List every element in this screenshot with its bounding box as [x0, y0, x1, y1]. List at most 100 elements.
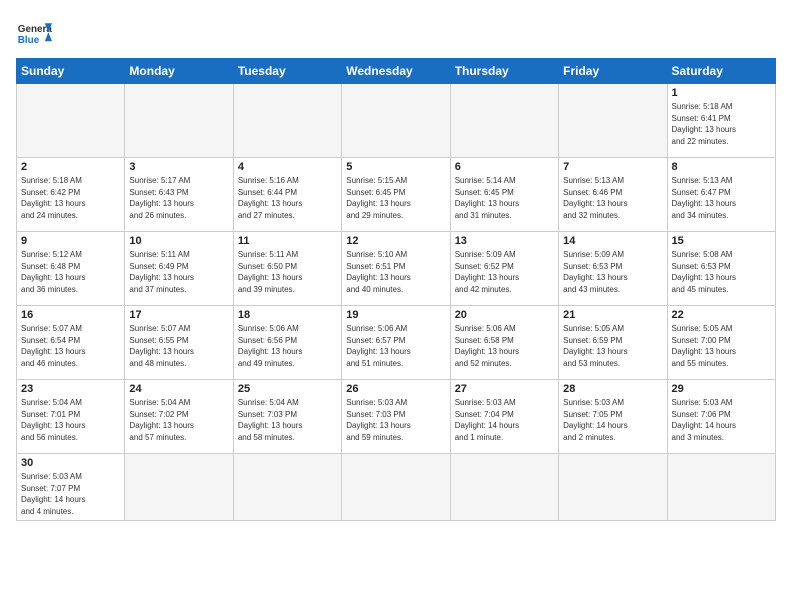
- week-row-1: 1 Sunrise: 5:18 AM Sunset: 6:41 PM Daylig…: [17, 84, 776, 158]
- calendar-cell: 19 Sunrise: 5:06 AM Sunset: 6:57 PM Dayli…: [342, 306, 450, 380]
- weekday-header-saturday: Saturday: [667, 59, 775, 84]
- day-info: Sunrise: 5:09 AM Sunset: 6:53 PM Dayligh…: [563, 249, 662, 295]
- day-number: 24: [129, 383, 228, 395]
- day-info: Sunrise: 5:04 AM Sunset: 7:03 PM Dayligh…: [238, 397, 337, 443]
- day-info: Sunrise: 5:15 AM Sunset: 6:45 PM Dayligh…: [346, 175, 445, 221]
- week-row-4: 16 Sunrise: 5:07 AM Sunset: 6:54 PM Dayli…: [17, 306, 776, 380]
- calendar-table: SundayMondayTuesdayWednesdayThursdayFrid…: [16, 58, 776, 521]
- week-row-5: 23 Sunrise: 5:04 AM Sunset: 7:01 PM Dayli…: [17, 380, 776, 454]
- calendar-cell: [233, 454, 341, 521]
- day-info: Sunrise: 5:16 AM Sunset: 6:44 PM Dayligh…: [238, 175, 337, 221]
- day-number: 7: [563, 161, 662, 173]
- logo: General Blue: [16, 16, 52, 52]
- calendar-cell: 5 Sunrise: 5:15 AM Sunset: 6:45 PM Daylig…: [342, 158, 450, 232]
- generalblue-logo-icon: General Blue: [16, 16, 52, 52]
- calendar-cell: [233, 84, 341, 158]
- day-info: Sunrise: 5:05 AM Sunset: 6:59 PM Dayligh…: [563, 323, 662, 369]
- calendar-cell: [342, 454, 450, 521]
- day-info: Sunrise: 5:14 AM Sunset: 6:45 PM Dayligh…: [455, 175, 554, 221]
- calendar-cell: 8 Sunrise: 5:13 AM Sunset: 6:47 PM Daylig…: [667, 158, 775, 232]
- calendar-cell: 11 Sunrise: 5:11 AM Sunset: 6:50 PM Dayli…: [233, 232, 341, 306]
- calendar-cell: 14 Sunrise: 5:09 AM Sunset: 6:53 PM Dayli…: [559, 232, 667, 306]
- day-number: 27: [455, 383, 554, 395]
- day-number: 25: [238, 383, 337, 395]
- day-number: 14: [563, 235, 662, 247]
- calendar-cell: [342, 84, 450, 158]
- page: General Blue SundayMondayTuesdayWednesda…: [0, 0, 792, 612]
- calendar-cell: 17 Sunrise: 5:07 AM Sunset: 6:55 PM Dayli…: [125, 306, 233, 380]
- calendar-cell: [17, 84, 125, 158]
- day-info: Sunrise: 5:11 AM Sunset: 6:50 PM Dayligh…: [238, 249, 337, 295]
- day-info: Sunrise: 5:09 AM Sunset: 6:52 PM Dayligh…: [455, 249, 554, 295]
- weekday-header-monday: Monday: [125, 59, 233, 84]
- calendar-cell: 1 Sunrise: 5:18 AM Sunset: 6:41 PM Daylig…: [667, 84, 775, 158]
- calendar-cell: 27 Sunrise: 5:03 AM Sunset: 7:04 PM Dayli…: [450, 380, 558, 454]
- day-info: Sunrise: 5:03 AM Sunset: 7:03 PM Dayligh…: [346, 397, 445, 443]
- calendar-cell: 15Sunrise: 5:08 AM Sunset: 6:53 PM Dayli…: [667, 232, 775, 306]
- weekday-header-thursday: Thursday: [450, 59, 558, 84]
- day-info: Sunrise: 5:03 AM Sunset: 7:05 PM Dayligh…: [563, 397, 662, 443]
- day-number: 6: [455, 161, 554, 173]
- header-row: SundayMondayTuesdayWednesdayThursdayFrid…: [17, 59, 776, 84]
- calendar-cell: 24Sunrise: 5:04 AM Sunset: 7:02 PM Dayli…: [125, 380, 233, 454]
- day-info: Sunrise: 5:18 AM Sunset: 6:41 PM Dayligh…: [672, 101, 771, 147]
- day-number: 19: [346, 309, 445, 321]
- day-number: 23: [21, 383, 120, 395]
- calendar-cell: [559, 84, 667, 158]
- day-number: 16: [21, 309, 120, 321]
- week-row-6: 30Sunrise: 5:03 AM Sunset: 7:07 PM Dayli…: [17, 454, 776, 521]
- day-number: 13: [455, 235, 554, 247]
- day-number: 10: [129, 235, 228, 247]
- day-info: Sunrise: 5:13 AM Sunset: 6:46 PM Dayligh…: [563, 175, 662, 221]
- day-info: Sunrise: 5:11 AM Sunset: 6:49 PM Dayligh…: [129, 249, 228, 295]
- day-number: 21: [563, 309, 662, 321]
- day-info: Sunrise: 5:12 AM Sunset: 6:48 PM Dayligh…: [21, 249, 120, 295]
- day-info: Sunrise: 5:05 AM Sunset: 7:00 PM Dayligh…: [672, 323, 771, 369]
- day-number: 28: [563, 383, 662, 395]
- day-number: 8: [672, 161, 771, 173]
- calendar-cell: 16 Sunrise: 5:07 AM Sunset: 6:54 PM Dayli…: [17, 306, 125, 380]
- day-info: Sunrise: 5:03 AM Sunset: 7:04 PM Dayligh…: [455, 397, 554, 443]
- day-info: Sunrise: 5:18 AM Sunset: 6:42 PM Dayligh…: [21, 175, 120, 221]
- calendar-cell: [667, 454, 775, 521]
- day-number: 5: [346, 161, 445, 173]
- day-number: 12: [346, 235, 445, 247]
- calendar-cell: 29 Sunrise: 5:03 AM Sunset: 7:06 PM Dayli…: [667, 380, 775, 454]
- day-info: Sunrise: 5:06 AM Sunset: 6:58 PM Dayligh…: [455, 323, 554, 369]
- calendar-cell: [125, 84, 233, 158]
- day-number: 11: [238, 235, 337, 247]
- calendar-cell: [450, 454, 558, 521]
- day-number: 30: [21, 457, 120, 469]
- day-number: 17: [129, 309, 228, 321]
- day-info: Sunrise: 5:07 AM Sunset: 6:55 PM Dayligh…: [129, 323, 228, 369]
- week-row-3: 9 Sunrise: 5:12 AM Sunset: 6:48 PM Daylig…: [17, 232, 776, 306]
- weekday-header-tuesday: Tuesday: [233, 59, 341, 84]
- day-number: 2: [21, 161, 120, 173]
- day-info: Sunrise: 5:08 AM Sunset: 6:53 PM Dayligh…: [672, 249, 771, 295]
- calendar-cell: 4 Sunrise: 5:16 AM Sunset: 6:44 PM Daylig…: [233, 158, 341, 232]
- calendar-cell: 6 Sunrise: 5:14 AM Sunset: 6:45 PM Daylig…: [450, 158, 558, 232]
- day-info: Sunrise: 5:03 AM Sunset: 7:06 PM Dayligh…: [672, 397, 771, 443]
- calendar-cell: 13 Sunrise: 5:09 AM Sunset: 6:52 PM Dayli…: [450, 232, 558, 306]
- day-number: 9: [21, 235, 120, 247]
- svg-text:Blue: Blue: [18, 35, 40, 46]
- weekday-header-wednesday: Wednesday: [342, 59, 450, 84]
- calendar-cell: [559, 454, 667, 521]
- day-info: Sunrise: 5:07 AM Sunset: 6:54 PM Dayligh…: [21, 323, 120, 369]
- day-info: Sunrise: 5:13 AM Sunset: 6:47 PM Dayligh…: [672, 175, 771, 221]
- day-number: 3: [129, 161, 228, 173]
- day-number: 18: [238, 309, 337, 321]
- calendar-cell: 21 Sunrise: 5:05 AM Sunset: 6:59 PM Dayli…: [559, 306, 667, 380]
- day-number: 4: [238, 161, 337, 173]
- header: General Blue: [16, 16, 776, 52]
- calendar-cell: 9 Sunrise: 5:12 AM Sunset: 6:48 PM Daylig…: [17, 232, 125, 306]
- day-number: 22: [672, 309, 771, 321]
- day-info: Sunrise: 5:04 AM Sunset: 7:01 PM Dayligh…: [21, 397, 120, 443]
- day-info: Sunrise: 5:06 AM Sunset: 6:57 PM Dayligh…: [346, 323, 445, 369]
- day-number: 1: [672, 87, 771, 99]
- calendar-cell: 22 Sunrise: 5:05 AM Sunset: 7:00 PM Dayli…: [667, 306, 775, 380]
- calendar-cell: 20Sunrise: 5:06 AM Sunset: 6:58 PM Dayli…: [450, 306, 558, 380]
- calendar-cell: 3Sunrise: 5:17 AM Sunset: 6:43 PM Daylig…: [125, 158, 233, 232]
- day-info: Sunrise: 5:06 AM Sunset: 6:56 PM Dayligh…: [238, 323, 337, 369]
- day-number: 29: [672, 383, 771, 395]
